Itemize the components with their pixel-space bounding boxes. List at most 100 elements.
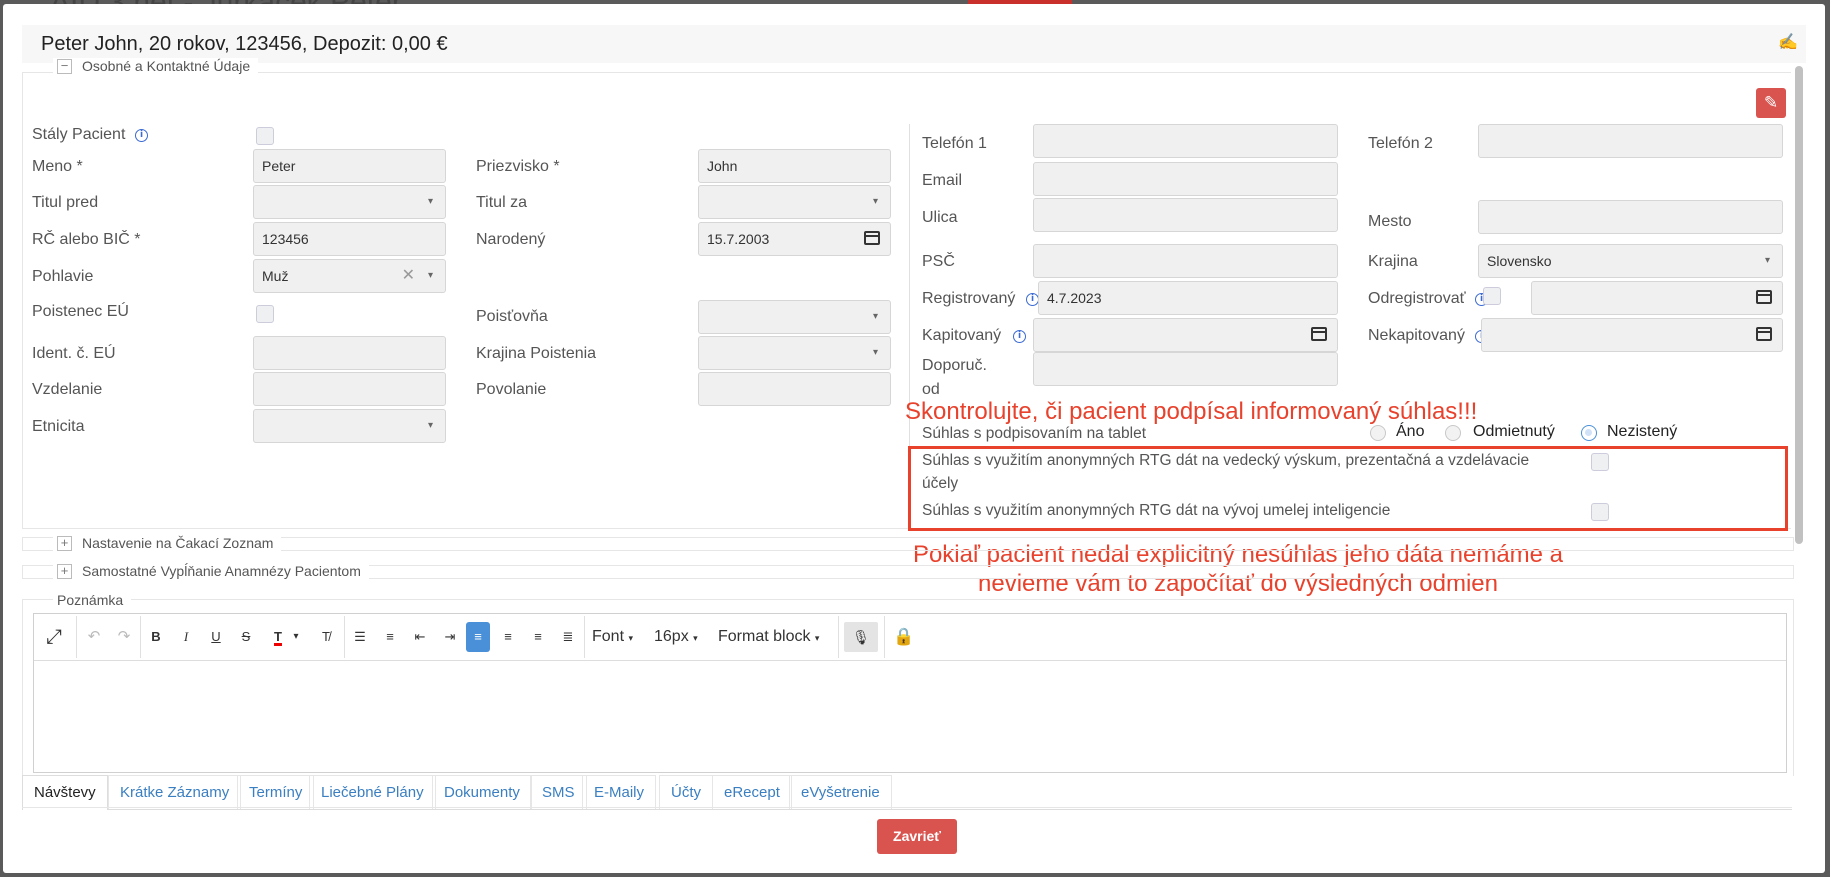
telefon2-input[interactable] (1478, 124, 1783, 158)
telefon1-label: Telefón 1 (922, 135, 987, 152)
odregistrovat-checkbox[interactable] (1483, 287, 1501, 305)
tab-liecebne-plany[interactable]: Liečebné Plány (309, 775, 436, 809)
doporuc-od-label: od (922, 381, 940, 398)
note-legend: Poznámka (53, 592, 132, 608)
krajina-select[interactable]: Slovensko ▾ (1478, 244, 1783, 278)
poistenec-eu-checkbox[interactable] (256, 305, 274, 323)
rtg-research-label-cont: účely (922, 475, 959, 492)
rtg-ai-checkbox[interactable] (1591, 503, 1609, 521)
narodeny-date-input[interactable]: 15.7.2003 (698, 222, 891, 256)
povolanie-input[interactable] (698, 372, 891, 406)
narodeny-value: 15.7.2003 (707, 231, 770, 247)
tab-erecept[interactable]: eRecept (712, 775, 792, 809)
registrovany-input[interactable]: 4.7.2023 (1038, 281, 1338, 315)
align-left-icon[interactable]: ≡ (466, 622, 490, 652)
tabs-bottom-border (22, 807, 1792, 808)
collapse-icon[interactable]: − (57, 58, 72, 74)
radio-nezisteny-label: Nezistený (1607, 423, 1678, 440)
rtg-research-checkbox[interactable] (1591, 453, 1609, 471)
chevron-down-icon[interactable]: ▾ (284, 622, 308, 652)
ulica-input[interactable] (1033, 198, 1338, 232)
section-personal-legend[interactable]: − Osobné a Kontaktné Údaje (53, 58, 259, 74)
rc-label: RČ alebo BIČ * (32, 231, 141, 248)
expand-icon[interactable]: ⤢ (42, 622, 66, 652)
etnicita-select[interactable]: ▾ (253, 409, 446, 443)
clear-format-icon[interactable]: T̸ (314, 622, 338, 652)
calendar-icon[interactable] (1756, 327, 1772, 341)
psc-input[interactable] (1033, 244, 1338, 278)
tab-ucty[interactable]: Účty (659, 775, 713, 809)
close-button[interactable]: Zavrieť (877, 819, 957, 854)
staly-pacient-checkbox[interactable] (256, 127, 274, 145)
section-anamneza-legend[interactable]: + Samostatné Vypĺňanie Anamnézy Paciento… (53, 563, 369, 579)
staly-pacient-label: Stály Pacient (32, 126, 126, 143)
edit-button[interactable]: ✎ (1756, 88, 1786, 118)
align-center-icon[interactable]: ≡ (496, 622, 520, 652)
info-icon[interactable]: i (1013, 330, 1026, 343)
vzdelanie-input[interactable] (253, 372, 446, 406)
info-icon[interactable]: i (135, 129, 148, 142)
doporuc-input[interactable] (1033, 352, 1338, 386)
undo-icon[interactable]: ↶ (82, 622, 106, 652)
radio-ano-label: Áno (1396, 423, 1425, 440)
underline-icon[interactable]: U (204, 622, 228, 652)
tab-navstevy[interactable]: Návštevy (22, 775, 108, 810)
lock-icon[interactable]: 🔒 (892, 622, 916, 652)
font-dropdown[interactable]: Font ▾ (592, 622, 633, 652)
titul-za-select[interactable]: ▾ (698, 185, 891, 219)
kapitovany-date-input[interactable] (1033, 318, 1338, 352)
calendar-icon[interactable] (1311, 327, 1327, 341)
microphone-icon[interactable]: 🎙 (844, 622, 878, 652)
rc-input[interactable]: 123456 (253, 222, 446, 256)
radio-ano[interactable] (1370, 425, 1386, 441)
expand-section-icon[interactable]: + (57, 535, 72, 551)
poistovna-select[interactable]: ▾ (698, 300, 891, 334)
tab-kratke-zaznamy[interactable]: Krátke Záznamy (108, 775, 242, 809)
etnicita-label: Etnicita (32, 418, 85, 435)
outdent-icon[interactable]: ⇤ (408, 622, 432, 652)
priezvisko-input[interactable]: John (698, 149, 891, 183)
tab-sms[interactable]: SMS (530, 775, 587, 809)
clear-icon[interactable]: ✕ (402, 260, 415, 292)
email-input[interactable] (1033, 162, 1338, 196)
tab-e-maily[interactable]: E-Maily (582, 775, 657, 809)
tab-terminy[interactable]: Termíny (237, 775, 315, 809)
ident-eu-input[interactable] (253, 336, 446, 370)
bold-icon[interactable]: B (144, 622, 168, 652)
rtg-ai-label: Súhlas s využitím anonymných RTG dát na … (922, 502, 1391, 519)
odregistrovat-date-input[interactable] (1531, 281, 1783, 315)
italic-icon[interactable]: I (174, 622, 198, 652)
pohlavie-select[interactable]: Muž ✕ ▾ (253, 259, 446, 293)
rtg-research-label: Súhlas s využitím anonymných RTG dát na … (922, 452, 1530, 469)
section-cakaci-legend[interactable]: + Nastavenie na Čakací Zoznam (53, 535, 282, 551)
nekapitovany-date-input[interactable] (1481, 318, 1783, 352)
expand-section-icon[interactable]: + (57, 563, 72, 579)
calendar-icon[interactable] (864, 231, 880, 245)
modal-scrollbar[interactable] (1795, 66, 1803, 544)
patient-tabs: Návštevy Krátke Záznamy Termíny Liečebné… (22, 775, 1792, 810)
signature-icon[interactable]: ✍ (1778, 32, 1798, 52)
size-dropdown[interactable]: 16px ▾ (654, 622, 698, 652)
krajina-poistenia-select[interactable]: ▾ (698, 336, 891, 370)
calendar-icon[interactable] (1756, 290, 1772, 304)
tab-evysetrenie[interactable]: eVyšetrenie (789, 775, 892, 809)
strikethrough-icon[interactable]: S (234, 622, 258, 652)
redo-icon[interactable]: ↷ (112, 622, 136, 652)
telefon1-input[interactable] (1033, 124, 1338, 158)
bullet-list-icon[interactable]: ☰ (348, 622, 372, 652)
mesto-input[interactable] (1478, 200, 1783, 234)
radio-nezisteny[interactable] (1581, 425, 1597, 441)
indent-icon[interactable]: ⇥ (438, 622, 462, 652)
note-textarea[interactable] (34, 661, 1786, 772)
justify-icon[interactable]: ≣ (556, 622, 580, 652)
meno-input[interactable]: Peter (253, 149, 446, 183)
section-cakaci-title: Nastavenie na Čakací Zoznam (82, 535, 274, 551)
align-right-icon[interactable]: ≡ (526, 622, 550, 652)
priezvisko-label: Priezvisko * (476, 158, 560, 175)
titul-pred-select[interactable]: ▾ (253, 185, 446, 219)
tab-dokumenty[interactable]: Dokumenty (432, 775, 532, 809)
radio-odmietnuty[interactable] (1445, 425, 1461, 441)
numbered-list-icon[interactable]: ≡ (378, 622, 402, 652)
tablet-consent-label: Súhlas s podpisovaním na tablet (922, 425, 1147, 442)
format-block-dropdown[interactable]: Format block ▾ (718, 622, 819, 652)
